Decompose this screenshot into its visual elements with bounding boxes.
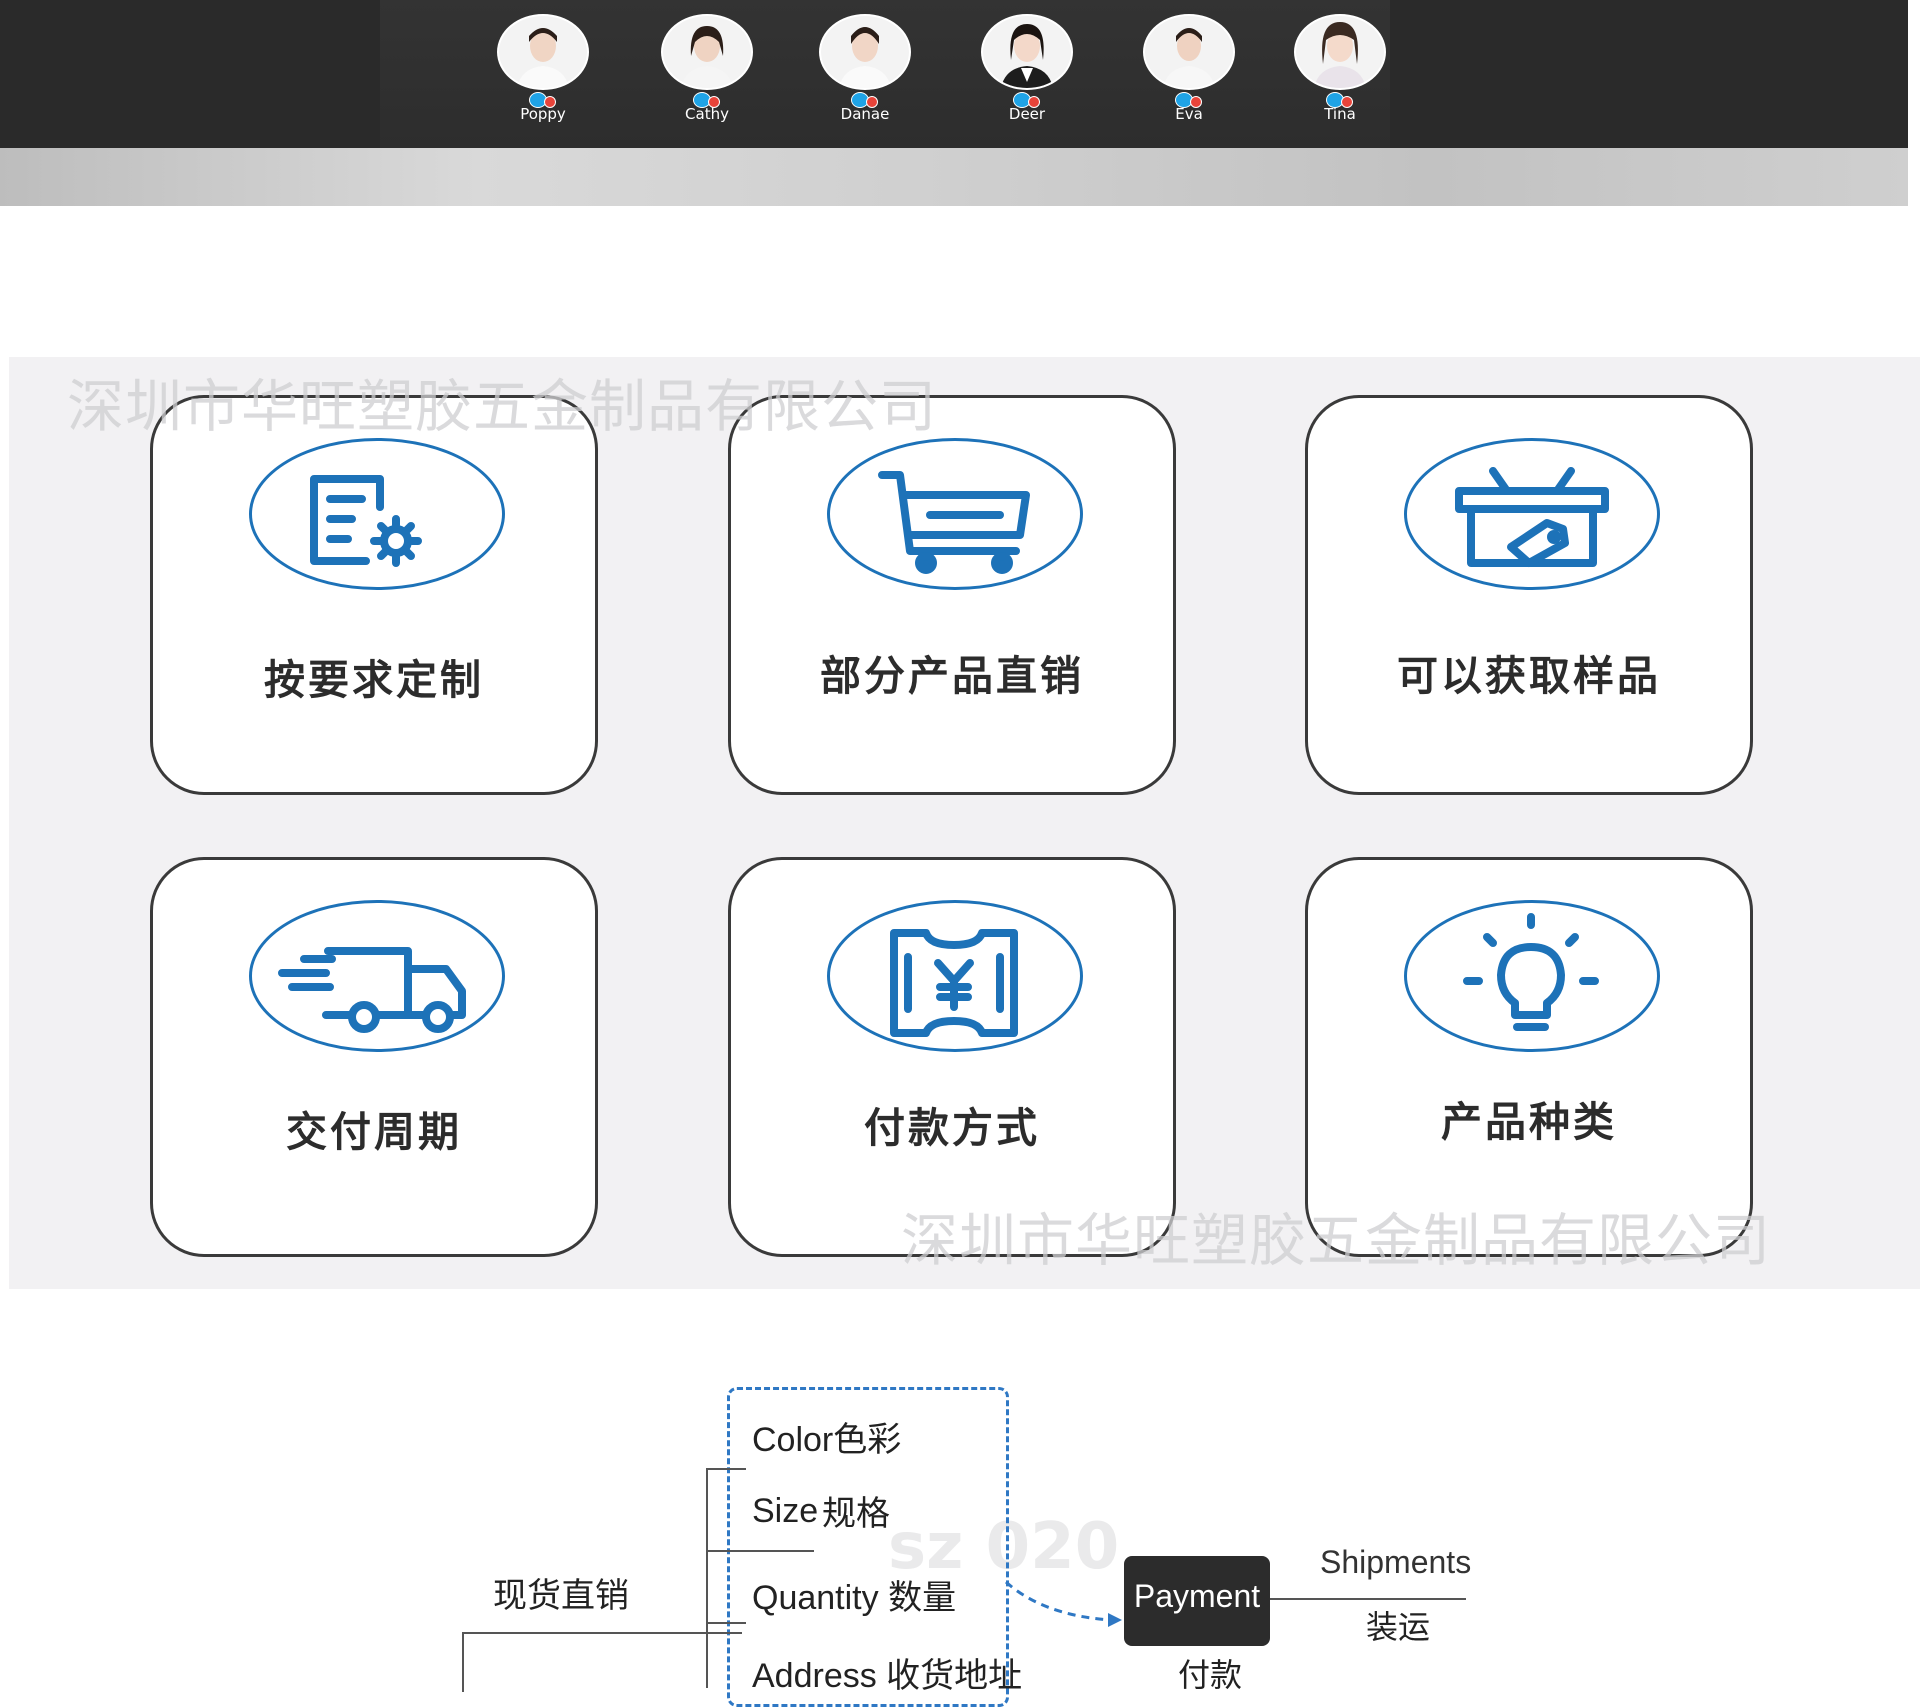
chat-status-icon (689, 91, 725, 108)
banner-photo-strip (0, 148, 1908, 206)
basket-tag-icon (1404, 438, 1660, 590)
payment-label-cn: 付款 (1178, 1657, 1243, 1693)
connector-line (462, 1632, 742, 1634)
connector-line (706, 1622, 746, 1624)
payment-step: Payment (1124, 1556, 1270, 1646)
service-card-label: 部分产品直销 (820, 652, 1084, 700)
team-member-name: Danae (840, 105, 890, 123)
chat-status-icon (1171, 91, 1207, 108)
option-address: Address 收货地址 (752, 1657, 1023, 1695)
payment-label: Payment (1133, 1578, 1261, 1614)
shopping-cart-icon (827, 438, 1083, 590)
avatar (661, 14, 753, 90)
connector-line (706, 1468, 746, 1470)
service-card-delivery[interactable]: 交付周期 (150, 857, 598, 1257)
team-member-danae[interactable]: Danae (810, 14, 920, 122)
services-panel: 深圳市华旺塑胶五金制品有限公司 深圳市华旺塑胶五金制品有限公司 按要求定制 部分… (9, 357, 1920, 1289)
chat-status-icon (1322, 91, 1358, 108)
avatar (819, 14, 911, 90)
team-member-poppy[interactable]: Poppy (488, 14, 598, 122)
team-member-name: Eva (1175, 105, 1203, 123)
option-size: Size (752, 1492, 819, 1530)
team-member-cathy[interactable]: Cathy (652, 14, 762, 122)
avatar (1294, 14, 1386, 90)
lightbulb-icon (1404, 900, 1660, 1052)
service-card-samples[interactable]: 可以获取样品 (1305, 395, 1753, 795)
connector-line (1270, 1598, 1466, 1600)
order-flow-diagram: sz 020 现货直销 Color色彩 Size 规格 Quantity 数量 … (0, 1380, 1920, 1707)
yen-ticket-icon (827, 900, 1083, 1052)
service-card-label: 按要求定制 (264, 656, 484, 704)
team-member-name: Tina (1324, 105, 1356, 123)
connector-line (706, 1550, 814, 1552)
avatar (497, 14, 589, 90)
team-member-tina[interactable]: Tina (1285, 14, 1395, 122)
document-gear-icon (249, 438, 505, 590)
team-member-deer[interactable]: Deer (972, 14, 1082, 122)
team-member-name: Cathy (685, 105, 729, 123)
service-card-custom[interactable]: 按要求定制 (150, 395, 598, 795)
team-member-name: Deer (1008, 105, 1046, 123)
service-card-label: 产品种类 (1441, 1098, 1617, 1146)
delivery-truck-icon (249, 900, 505, 1052)
flow-arrow-icon (1005, 1580, 1122, 1627)
connector-line (462, 1632, 464, 1692)
chat-status-icon (525, 91, 561, 108)
company-watermark: 深圳市华旺塑胶五金制品有限公司 (901, 1208, 1771, 1274)
service-card-label: 交付周期 (286, 1108, 462, 1156)
avatar (981, 14, 1073, 90)
service-card-label: 付款方式 (864, 1104, 1040, 1152)
option-quantity: Quantity 数量 (752, 1579, 957, 1617)
team-member-eva[interactable]: Eva (1134, 14, 1244, 122)
option-color: Color色彩 (752, 1421, 902, 1459)
spot-sale-label: 现货直销 (493, 1577, 629, 1615)
shipments-label: Shipments (1320, 1544, 1472, 1580)
chat-status-icon (847, 91, 883, 108)
connector-line (706, 1468, 708, 1688)
shipments-label-cn: 装运 (1366, 1609, 1431, 1645)
avatar (1143, 14, 1235, 90)
chat-status-icon (1009, 91, 1045, 108)
team-member-name: Poppy (520, 105, 566, 123)
service-card-direct-sale[interactable]: 部分产品直销 (728, 395, 1176, 795)
option-size-cn: 规格 (822, 1495, 890, 1533)
service-card-label: 可以获取样品 (1397, 652, 1661, 700)
team-banner: Poppy Cathy Danae Deer Eva Tina (0, 0, 1908, 206)
company-watermark: 深圳市华旺塑胶五金制品有限公司 (67, 374, 937, 440)
